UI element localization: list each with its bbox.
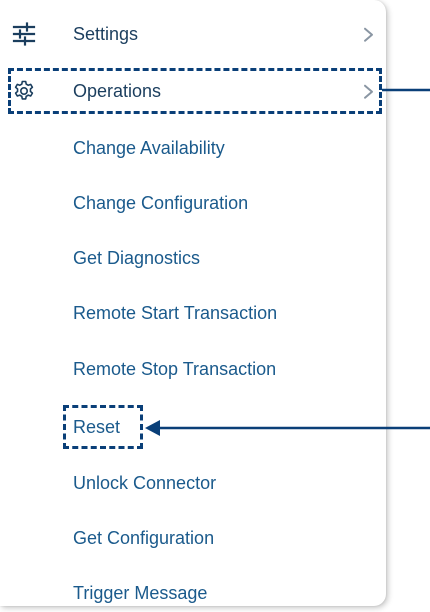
submenu-item-unlock-connector[interactable]: Unlock Connector (0, 463, 360, 503)
submenu-item-label: Reset (73, 417, 121, 437)
submenu-item-get-configuration[interactable]: Get Configuration (0, 518, 360, 558)
menu-item-settings-label: Settings (73, 24, 139, 44)
sliders-icon (12, 22, 36, 46)
submenu-item-label: Change Configuration (73, 193, 249, 213)
submenu-item-reset[interactable]: Reset (0, 407, 360, 447)
menu-item-operations[interactable]: Operations (0, 71, 386, 111)
submenu-item-remote-stop-transaction[interactable]: Remote Stop Transaction (0, 349, 360, 389)
submenu-item-label: Remote Start Transaction (73, 303, 278, 323)
chevron-right-icon (362, 83, 376, 101)
submenu-item-label: Trigger Message (73, 583, 208, 603)
menu-item-settings[interactable]: Settings (0, 14, 386, 54)
chevron-right-icon (362, 26, 376, 44)
side-menu: Settings Operations Change Availability … (0, 0, 386, 606)
submenu-item-label: Remote Stop Transaction (73, 359, 277, 379)
submenu-item-get-diagnostics[interactable]: Get Diagnostics (0, 238, 360, 278)
submenu-item-trigger-message[interactable]: Trigger Message (0, 573, 360, 612)
stage: Settings Operations Change Availability … (0, 0, 430, 612)
submenu-item-label: Change Availability (73, 138, 225, 158)
submenu-item-label: Get Configuration (73, 528, 215, 548)
gear-icon (12, 79, 36, 103)
submenu-item-remote-start-transaction[interactable]: Remote Start Transaction (0, 293, 360, 333)
submenu-item-label: Unlock Connector (73, 473, 217, 493)
submenu-item-change-availability[interactable]: Change Availability (0, 128, 360, 168)
menu-item-operations-label: Operations (73, 81, 162, 101)
submenu-item-change-configuration[interactable]: Change Configuration (0, 183, 360, 223)
submenu-item-label: Get Diagnostics (73, 248, 201, 268)
